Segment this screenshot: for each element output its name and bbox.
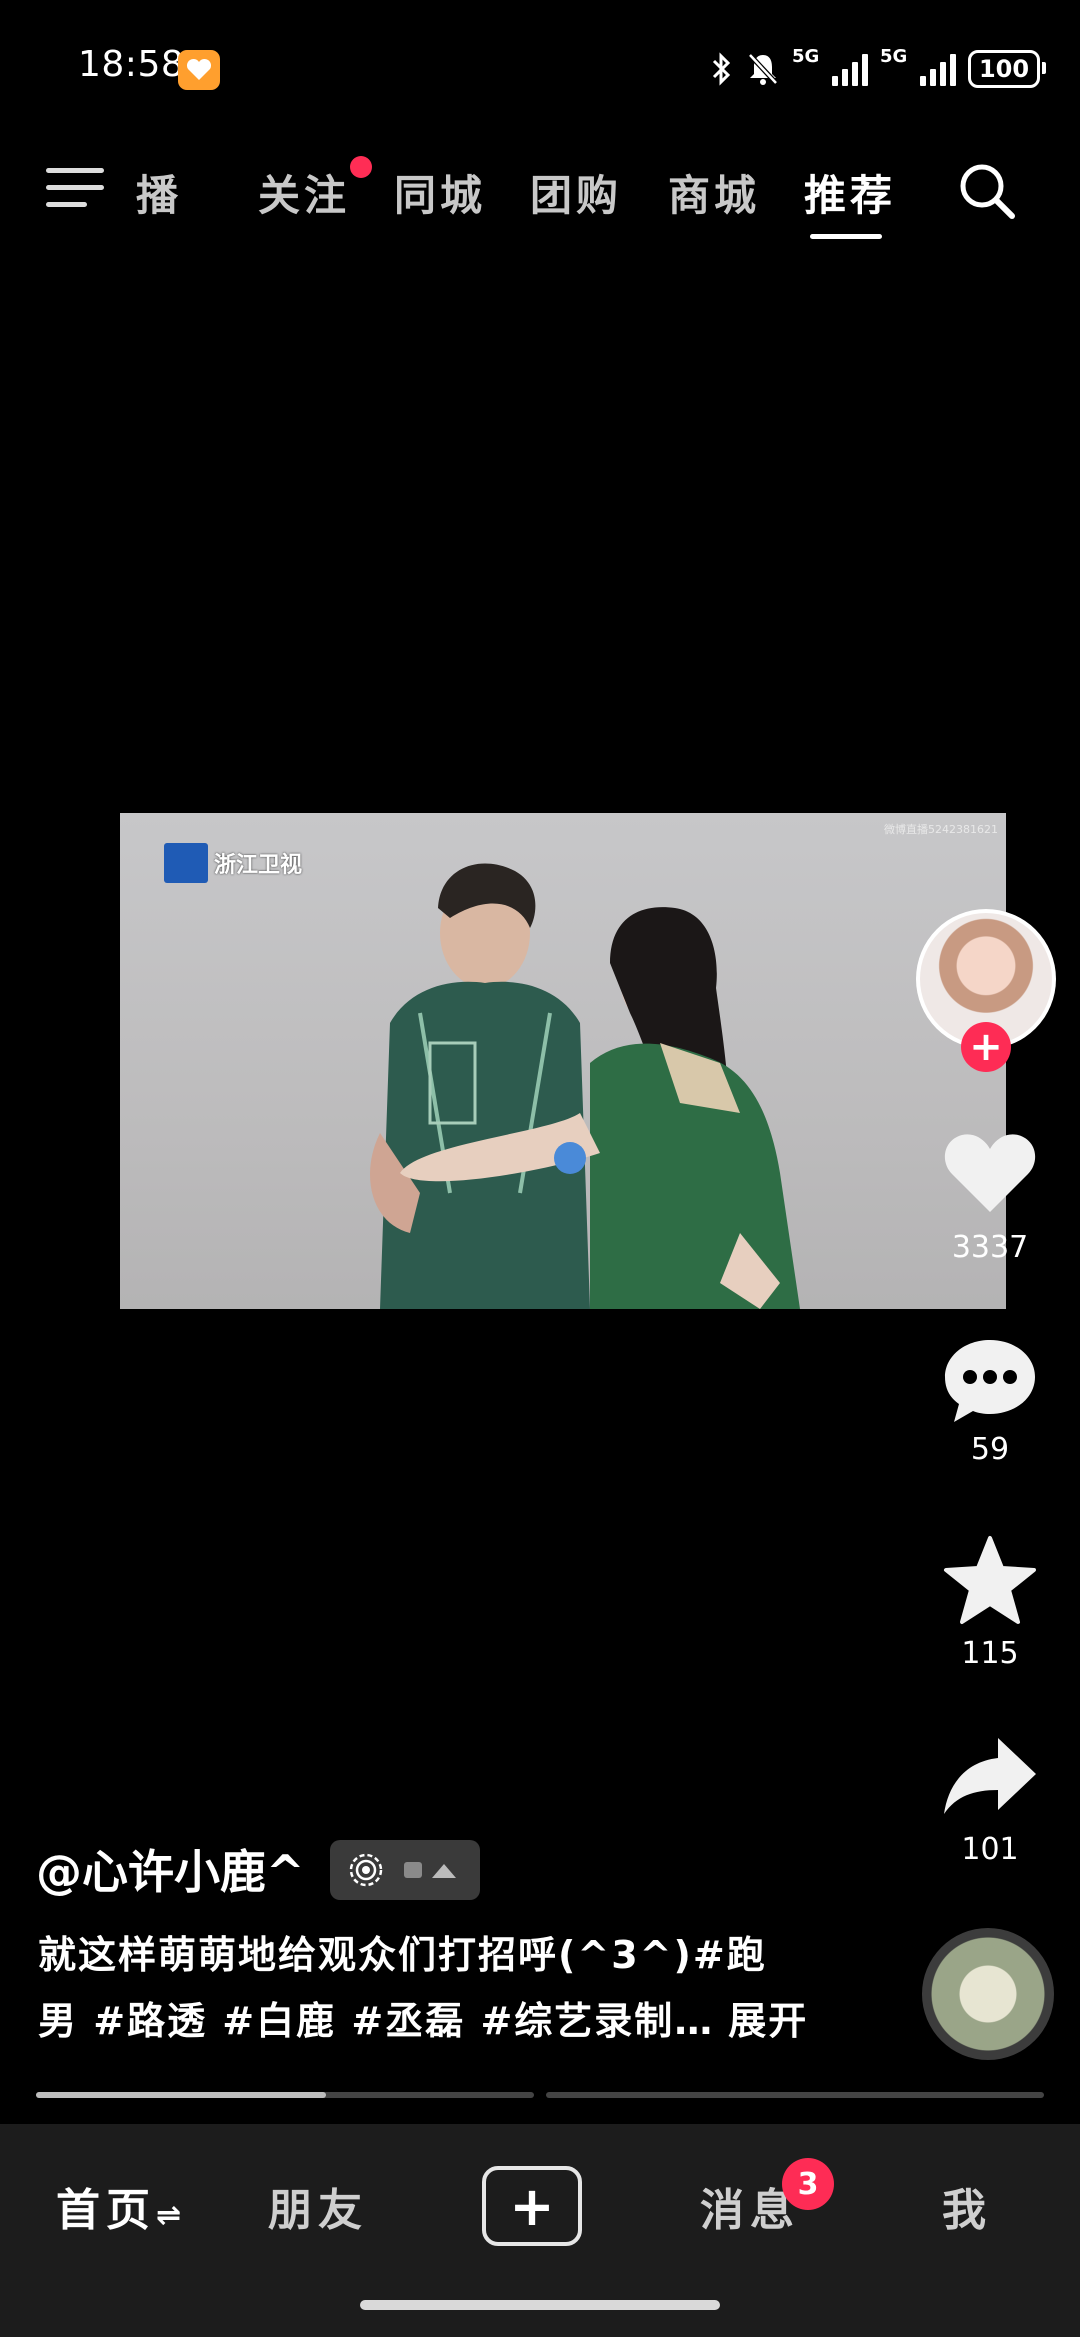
status-time: 18:58 [78,44,185,85]
home-indicator[interactable] [360,2300,720,2310]
video-caption: 就这样萌萌地给观众们打招呼(^3^)#跑 男 #路透 #白鹿 #丞磊 #综艺录制… [38,1922,858,2054]
share-arrow-icon[interactable] [940,1728,1040,1828]
caption-line-2: 男 #路透 #白鹿 #丞磊 #综艺录制… [38,1999,715,2043]
bluetooth-icon [712,52,731,86]
live-pill[interactable] [330,1840,480,1900]
nav-home[interactable]: 首页⇌ [56,2174,181,2238]
mute-icon [748,53,778,85]
favorite-count: 115 [961,1636,1019,1671]
tab-recommend[interactable]: 推荐 [804,162,896,223]
like-count: 3337 [951,1230,1029,1265]
status-icons: 5G 5G 100 [710,46,1046,90]
video-frame-image [370,863,800,1309]
search-icon[interactable] [956,160,1018,222]
tab-mall[interactable]: 商城 [668,162,760,223]
notification-dot [350,156,372,178]
creator-username[interactable]: @心许小鹿^ [36,1836,305,1902]
battery-icon: 100 [968,50,1046,88]
video-player[interactable]: 浙江卫视 微博直播5242381621 [120,813,1006,1309]
blurred-label-icon [404,1862,456,1878]
messages-badge: 3 [782,2158,834,2210]
nav-home-label: 首页 [56,2185,156,2236]
tab-group-buy[interactable]: 团购 [530,162,622,223]
signal-icon: 5G [792,46,868,86]
tab-live[interactable]: 播 [136,162,182,223]
comment-icon[interactable] [940,1330,1040,1430]
nav-friends[interactable]: 朋友 [268,2174,368,2238]
like-heart-icon[interactable] [940,1122,1040,1222]
caption-line-1: 就这样萌萌地给观众们打招呼(^3^)#跑 [38,1933,767,1977]
tab-local[interactable]: 同城 [394,162,486,223]
favorite-star-icon[interactable] [940,1532,1040,1632]
app-notification-icon [178,50,220,90]
plus-icon: + [509,2174,555,2238]
refresh-icon: ⇌ [156,2198,182,2233]
live-radio-icon [349,1853,383,1887]
create-post-button[interactable]: + [482,2166,582,2246]
progress-track-2[interactable] [546,2092,1044,2098]
music-disc[interactable] [922,1928,1054,2060]
comment-count: 59 [970,1432,1010,1467]
tab-following[interactable]: 关注 [258,162,350,223]
follow-button[interactable]: + [961,1022,1011,1072]
active-tab-indicator [810,234,882,239]
menu-icon[interactable] [46,168,104,219]
network-label-2: 5G [880,46,908,67]
battery-level: 100 [978,55,1030,83]
progress-fill [36,2092,326,2098]
share-count: 101 [961,1832,1019,1867]
network-label-1: 5G [792,46,820,67]
nav-me[interactable]: 我 [942,2174,992,2238]
signal-icon: 5G [880,46,956,86]
expand-link[interactable]: 展开 [728,1999,808,2043]
